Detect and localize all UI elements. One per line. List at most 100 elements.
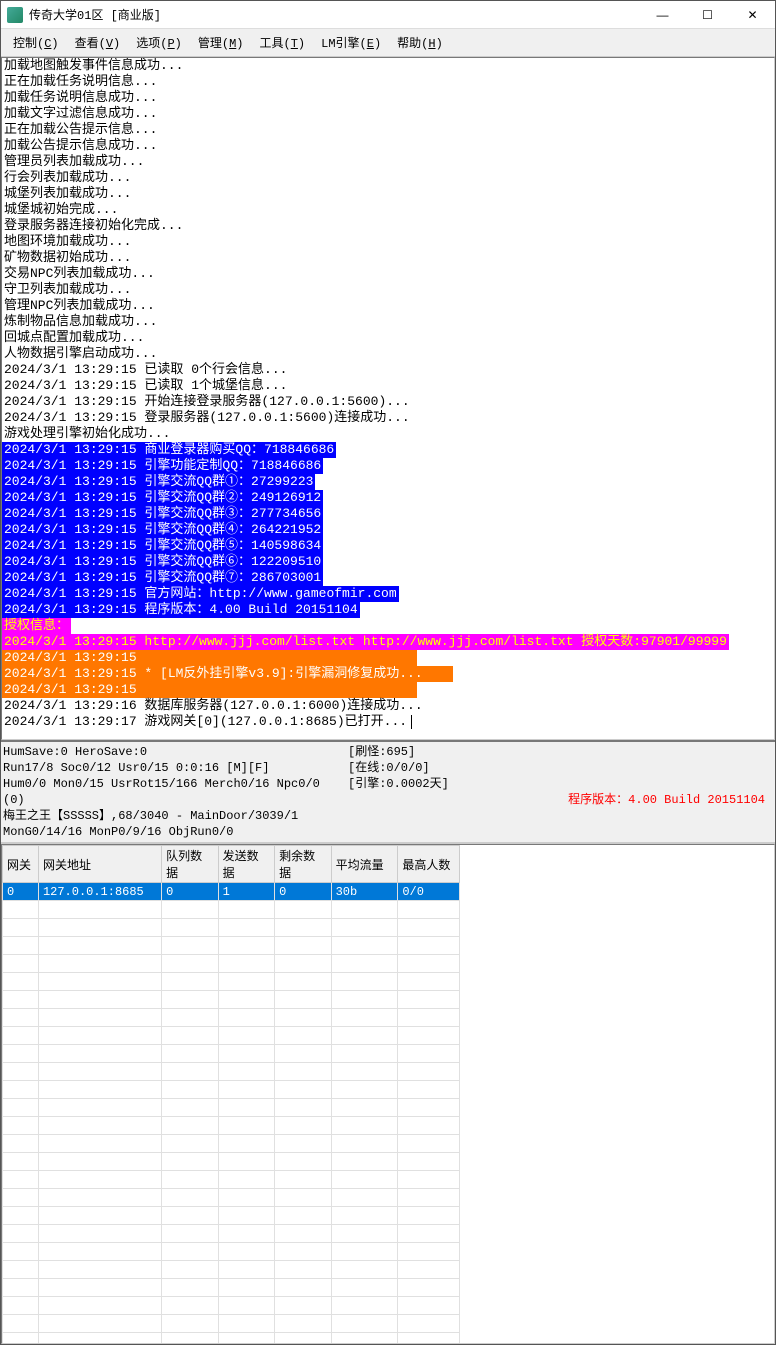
cell [218, 1045, 274, 1063]
cell [3, 991, 39, 1009]
cell [38, 1225, 161, 1243]
col-send[interactable]: 发送数据 [218, 846, 274, 883]
cell [218, 1099, 274, 1117]
minimize-button[interactable]: — [640, 1, 685, 29]
col-queue[interactable]: 队列数据 [162, 846, 218, 883]
titlebar[interactable]: 传奇大学01区 [商业版] — ☐ ✕ [1, 1, 775, 29]
cell [3, 1243, 39, 1261]
cell [218, 937, 274, 955]
menubar: 控制(C) 查看(V) 选项(P) 管理(M) 工具(T) LM引擎(E) 帮助… [1, 29, 775, 57]
cell [38, 1333, 161, 1345]
cell [275, 1027, 331, 1045]
col-addr[interactable]: 网关地址 [38, 846, 161, 883]
cell [3, 1153, 39, 1171]
log-line: 2024/3/1 13:29:15 商业登录器购买QQ：718846686 [2, 442, 336, 458]
cell [275, 1333, 331, 1345]
table-row[interactable] [3, 1153, 460, 1171]
cell [3, 1009, 39, 1027]
menu-options[interactable]: 选项(P) [128, 31, 190, 54]
cell [398, 901, 460, 919]
table-row[interactable] [3, 1171, 460, 1189]
cell [38, 1207, 161, 1225]
menu-view[interactable]: 查看(V) [67, 31, 129, 54]
cell [331, 1279, 398, 1297]
cell [218, 1279, 274, 1297]
menu-manage[interactable]: 管理(M) [190, 31, 252, 54]
cell [275, 1045, 331, 1063]
log-line: 2024/3/1 13:29:15 已读取 0个行会信息... [2, 362, 289, 377]
table-row[interactable] [3, 1225, 460, 1243]
cell [218, 1027, 274, 1045]
table-row[interactable] [3, 1189, 460, 1207]
table-row[interactable] [3, 1243, 460, 1261]
col-avg[interactable]: 平均流量 [331, 846, 398, 883]
cell [38, 1099, 161, 1117]
table-row[interactable] [3, 1045, 460, 1063]
col-max[interactable]: 最高人数 [398, 846, 460, 883]
maximize-button[interactable]: ☐ [685, 1, 730, 29]
table-row[interactable] [3, 1081, 460, 1099]
cell [38, 1045, 161, 1063]
col-gw[interactable]: 网关 [3, 846, 39, 883]
cell [398, 1261, 460, 1279]
cell [275, 1315, 331, 1333]
menu-tools[interactable]: 工具(T) [252, 31, 314, 54]
log-line: 2024/3/1 13:29:15 引擎交流QQ群④：264221952 [2, 522, 323, 538]
cell [331, 1171, 398, 1189]
table-row[interactable] [3, 901, 460, 919]
cell [275, 1207, 331, 1225]
cell [162, 1297, 218, 1315]
table-row[interactable]: 0127.0.0.1:868501030b0/0 [3, 883, 460, 901]
table-row[interactable] [3, 973, 460, 991]
log-area[interactable]: 加载地图触发事件信息成功...正在加载任务说明信息...加载任务说明信息成功..… [1, 57, 775, 740]
cell [398, 955, 460, 973]
log-line: 2024/3/1 13:29:15 引擎交流QQ群⑥：122209510 [2, 554, 323, 570]
cell [331, 1315, 398, 1333]
table-row[interactable] [3, 919, 460, 937]
table-row[interactable] [3, 1279, 460, 1297]
table-row[interactable] [3, 1063, 460, 1081]
log-line: 2024/3/1 13:29:15 引擎功能定制QQ：718846686 [2, 458, 323, 474]
cell [38, 919, 161, 937]
cell [218, 1189, 274, 1207]
table-row[interactable] [3, 1117, 460, 1135]
cell [162, 991, 218, 1009]
cell [398, 973, 460, 991]
cell [331, 1045, 398, 1063]
table-row[interactable] [3, 1009, 460, 1027]
table-row[interactable] [3, 1315, 460, 1333]
table-row[interactable] [3, 1333, 460, 1345]
table-row[interactable] [3, 1027, 460, 1045]
cell [162, 901, 218, 919]
close-button[interactable]: ✕ [730, 1, 775, 29]
menu-lmengine[interactable]: LM引擎(E) [313, 31, 389, 54]
cell [162, 919, 218, 937]
table-row[interactable] [3, 937, 460, 955]
cell [38, 1027, 161, 1045]
log-line: 守卫列表加载成功... [2, 282, 133, 297]
cell [162, 1099, 218, 1117]
cell [398, 919, 460, 937]
menu-control[interactable]: 控制(C) [5, 31, 67, 54]
cell [275, 955, 331, 973]
log-line: 2024/3/1 13:29:15 引擎交流QQ群③：277734656 [2, 506, 323, 522]
table-row[interactable] [3, 1207, 460, 1225]
cell [38, 1315, 161, 1333]
table-row[interactable] [3, 991, 460, 1009]
status-left: HumSave:0 HeroSave:0 Run17/8 Soc0/12 Usr… [1, 742, 346, 842]
cell [3, 1315, 39, 1333]
table-row[interactable] [3, 955, 460, 973]
col-remain[interactable]: 剩余数据 [275, 846, 331, 883]
log-line: 加载公告提示信息成功... [2, 138, 159, 153]
log-line: 2024/3/1 13:29:15 [2, 650, 417, 666]
table-row[interactable] [3, 1099, 460, 1117]
table-row[interactable] [3, 1297, 460, 1315]
cell [331, 1027, 398, 1045]
table-row[interactable] [3, 1135, 460, 1153]
cell [162, 973, 218, 991]
cell [218, 1063, 274, 1081]
cell [218, 1207, 274, 1225]
table-row[interactable] [3, 1261, 460, 1279]
menu-help[interactable]: 帮助(H) [389, 31, 451, 54]
log-line: 回城点配置加载成功... [2, 330, 146, 345]
